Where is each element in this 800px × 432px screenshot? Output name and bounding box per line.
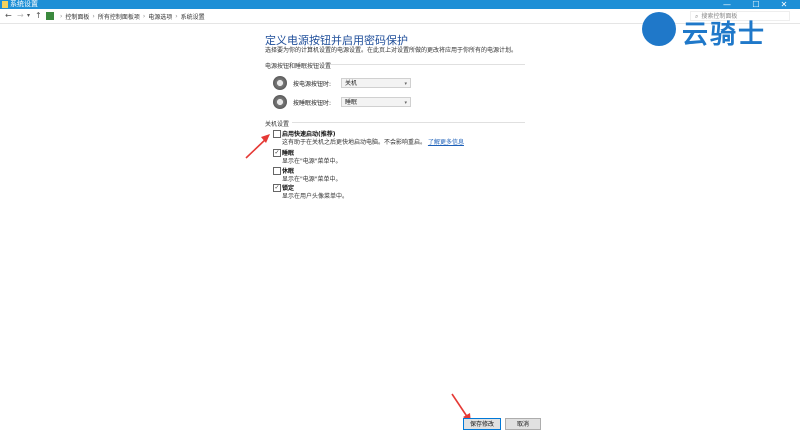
breadcrumb-separator: ›: [60, 12, 63, 20]
power-section-title: 电源按钮和睡眠按钮设置: [265, 63, 332, 70]
power-button-row: 按电源按钮时: 关机 ▾: [273, 75, 411, 91]
sleep-button-label: 按睡眠按钮时:: [293, 99, 332, 107]
section-divider: [292, 122, 525, 123]
power-icon: [273, 76, 287, 90]
chevron-down-icon: ▾: [404, 81, 407, 87]
app-icon: [2, 1, 8, 8]
shutdown-section-title: 关机设置: [265, 121, 290, 128]
control-panel-icon: [46, 12, 54, 20]
breadcrumb-separator: ›: [175, 12, 178, 20]
forward-arrow-icon[interactable]: →: [17, 10, 24, 22]
power-button-value: 关机: [345, 80, 358, 87]
section-divider: [330, 64, 525, 65]
up-arrow-icon[interactable]: ↑: [35, 10, 42, 22]
cancel-button[interactable]: 取消: [505, 418, 541, 430]
watermark-logo: 云骑士: [640, 8, 790, 50]
watermark-text: 云骑士: [682, 20, 767, 50]
learn-more-link[interactable]: 了解更多信息: [428, 139, 464, 146]
sleep-checkbox[interactable]: ✓: [273, 149, 281, 157]
page-description: 选择要为你的计算机设置的电源设置。在此页上对设置所做的更改将应用于你所有的电源计…: [265, 47, 518, 54]
knight-logo-icon: [642, 12, 676, 46]
chevron-down-icon: ▾: [404, 100, 407, 106]
breadcrumb-control-panel[interactable]: 控制面板: [65, 12, 89, 21]
breadcrumb-separator: ›: [92, 12, 95, 20]
sleep-button-row: 按睡眠按钮时: 睡眠 ▾: [273, 94, 411, 110]
window-title: 系统设置: [10, 0, 38, 8]
sleep-button-select[interactable]: 睡眠 ▾: [341, 97, 411, 107]
sleep-icon: [273, 95, 287, 109]
breadcrumb-separator: ›: [142, 12, 146, 20]
fast-startup-desc: 这有助于在关机之后更快地启动电脑。不会影响重启。 了解更多信息: [282, 137, 464, 146]
fast-startup-checkbox[interactable]: [273, 130, 281, 138]
lock-desc: 显示在用户头像菜单中。: [282, 193, 349, 200]
back-arrow-icon[interactable]: ←: [5, 10, 12, 22]
power-button-label: 按电源按钮时:: [293, 80, 332, 88]
lock-checkbox[interactable]: ✓: [273, 184, 281, 192]
breadcrumb-all-items[interactable]: 所有控制面板项: [98, 12, 140, 21]
power-button-select[interactable]: 关机 ▾: [341, 78, 411, 88]
sleep-button-value: 睡眠: [345, 99, 358, 106]
annotation-arrow: [245, 134, 270, 159]
breadcrumb-power-options[interactable]: 电源选项: [148, 12, 172, 21]
recent-dropdown-icon[interactable]: ▾: [27, 10, 30, 22]
fast-startup-desc-text: 这有助于在关机之后更快地启动电脑。不会影响重启。: [282, 139, 427, 146]
hibernate-desc: 显示在"电源"菜单中。: [282, 176, 342, 183]
breadcrumb-system-settings[interactable]: 系统设置: [181, 12, 205, 21]
breadcrumb: › 控制面板 › 所有控制面板项 › 电源选项 › 系统设置: [46, 10, 205, 22]
hibernate-checkbox[interactable]: [273, 167, 281, 175]
save-button[interactable]: 保存修改: [463, 418, 501, 430]
sleep-desc: 显示在"电源"菜单中。: [282, 158, 342, 165]
